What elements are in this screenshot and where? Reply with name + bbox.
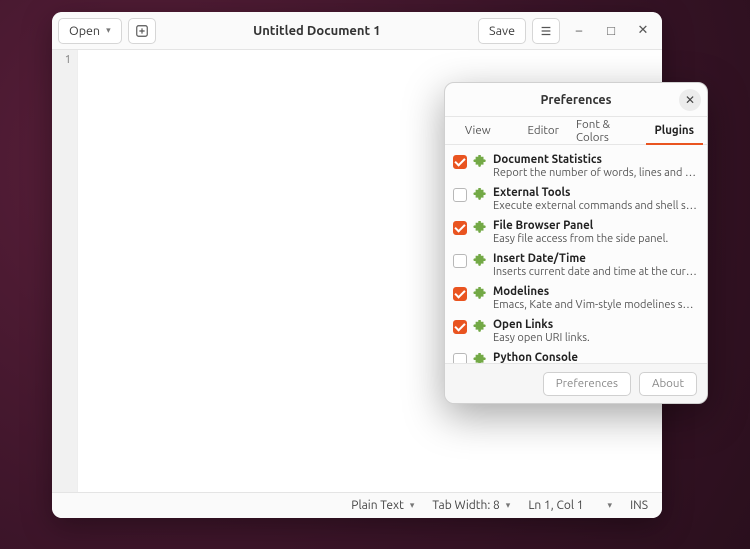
- plugin-checkbox[interactable]: [453, 287, 467, 301]
- tab-plugins[interactable]: Plugins: [642, 117, 708, 144]
- plugin-icon: [473, 254, 487, 268]
- gutter-line-number: 1: [52, 54, 71, 66]
- plugin-text: External ToolsExecute external commands …: [493, 186, 699, 213]
- plugin-text: Python ConsoleInteractive Python console…: [493, 351, 699, 363]
- plugin-name: Modelines: [493, 285, 699, 299]
- chevron-down-icon: ▾: [106, 25, 111, 36]
- plugin-list[interactable]: Document StatisticsReport the number of …: [445, 145, 707, 363]
- plugin-icon: [473, 320, 487, 334]
- syntax-selector[interactable]: Plain Text ▾: [351, 499, 414, 512]
- plugin-desc: Easy open URI links.: [493, 332, 699, 345]
- plugin-name: Open Links: [493, 318, 699, 332]
- tab-fonts[interactable]: Font & Colors: [576, 117, 642, 144]
- plugin-text: Document StatisticsReport the number of …: [493, 153, 699, 180]
- plugin-text: ModelinesEmacs, Kate and Vim-style model…: [493, 285, 699, 312]
- plugin-desc: Inserts current date and time at the cur…: [493, 266, 699, 279]
- dialog-footer: Preferences About: [445, 363, 707, 403]
- plugin-row[interactable]: External ToolsExecute external commands …: [451, 184, 701, 217]
- plugin-name: Document Statistics: [493, 153, 699, 167]
- tabwidth-label: Tab Width: 8: [432, 499, 499, 512]
- plugin-desc: Execute external commands and shell scri…: [493, 200, 699, 213]
- plugin-icon: [473, 287, 487, 301]
- plugin-row[interactable]: Python ConsoleInteractive Python console…: [451, 349, 701, 363]
- plugin-row[interactable]: ModelinesEmacs, Kate and Vim-style model…: [451, 283, 701, 316]
- plugin-name: Insert Date/Time: [493, 252, 699, 266]
- plugin-name: External Tools: [493, 186, 699, 200]
- plugin-icon: [473, 353, 487, 363]
- close-icon: ✕: [685, 93, 695, 107]
- plugin-icon: [473, 188, 487, 202]
- chevron-down-icon: ▾: [506, 500, 511, 511]
- plugin-row[interactable]: File Browser PanelEasy file access from …: [451, 217, 701, 250]
- headerbar: Open ▾ Untitled Document 1 Save – □ ✕: [52, 12, 662, 50]
- close-button[interactable]: ✕: [630, 18, 656, 44]
- plugin-icon: [473, 155, 487, 169]
- plugin-checkbox[interactable]: [453, 155, 467, 169]
- plugin-row[interactable]: Document StatisticsReport the number of …: [451, 151, 701, 184]
- open-label: Open: [69, 24, 100, 38]
- save-label: Save: [489, 24, 515, 38]
- plugin-checkbox[interactable]: [453, 353, 467, 363]
- new-tab-icon: [135, 24, 149, 38]
- gutter: 1: [52, 50, 78, 492]
- cursor-indicator[interactable]: Ln 1, Col 1 ▾: [528, 499, 612, 512]
- save-button[interactable]: Save: [478, 18, 526, 44]
- syntax-label: Plain Text: [351, 499, 404, 512]
- plugin-checkbox[interactable]: [453, 254, 467, 268]
- chevron-down-icon: ▾: [608, 500, 613, 511]
- plugin-icon: [473, 221, 487, 235]
- hamburger-icon: [539, 24, 553, 38]
- plugin-text: Insert Date/TimeInserts current date and…: [493, 252, 699, 279]
- plugin-desc: Report the number of words, lines and ch…: [493, 167, 699, 180]
- dialog-title: Preferences: [541, 93, 612, 107]
- tabwidth-selector[interactable]: Tab Width: 8 ▾: [432, 499, 510, 512]
- plugin-name: File Browser Panel: [493, 219, 699, 233]
- preferences-dialog: Preferences ✕ View Editor Font & Colors …: [444, 82, 708, 404]
- dialog-header: Preferences ✕: [445, 83, 707, 117]
- open-button[interactable]: Open ▾: [58, 18, 122, 44]
- plugin-checkbox[interactable]: [453, 320, 467, 334]
- plugin-checkbox[interactable]: [453, 221, 467, 235]
- plugin-preferences-button[interactable]: Preferences: [543, 372, 631, 396]
- plugin-about-button[interactable]: About: [639, 372, 697, 396]
- plugin-row[interactable]: Insert Date/TimeInserts current date and…: [451, 250, 701, 283]
- chevron-down-icon: ▾: [410, 500, 415, 511]
- tab-view[interactable]: View: [445, 117, 511, 144]
- tab-editor[interactable]: Editor: [511, 117, 577, 144]
- plugin-text: File Browser PanelEasy file access from …: [493, 219, 699, 246]
- new-tab-button[interactable]: [128, 18, 156, 44]
- plugin-text: Open LinksEasy open URI links.: [493, 318, 699, 345]
- insert-mode[interactable]: INS: [630, 499, 648, 512]
- window-title: Untitled Document 1: [162, 24, 472, 38]
- plugin-desc: Easy file access from the side panel.: [493, 233, 699, 246]
- dialog-close-button[interactable]: ✕: [679, 89, 701, 111]
- menu-button[interactable]: [532, 18, 560, 44]
- dialog-tabs: View Editor Font & Colors Plugins: [445, 117, 707, 145]
- plugin-desc: Emacs, Kate and Vim-style modelines supp…: [493, 299, 699, 312]
- plugin-row[interactable]: Open LinksEasy open URI links.: [451, 316, 701, 349]
- statusbar: Plain Text ▾ Tab Width: 8 ▾ Ln 1, Col 1 …: [52, 492, 662, 518]
- plugin-checkbox[interactable]: [453, 188, 467, 202]
- cursor-label: Ln 1, Col 1: [528, 499, 583, 512]
- plugin-name: Python Console: [493, 351, 699, 363]
- minimize-button[interactable]: –: [566, 18, 592, 44]
- maximize-button[interactable]: □: [598, 18, 624, 44]
